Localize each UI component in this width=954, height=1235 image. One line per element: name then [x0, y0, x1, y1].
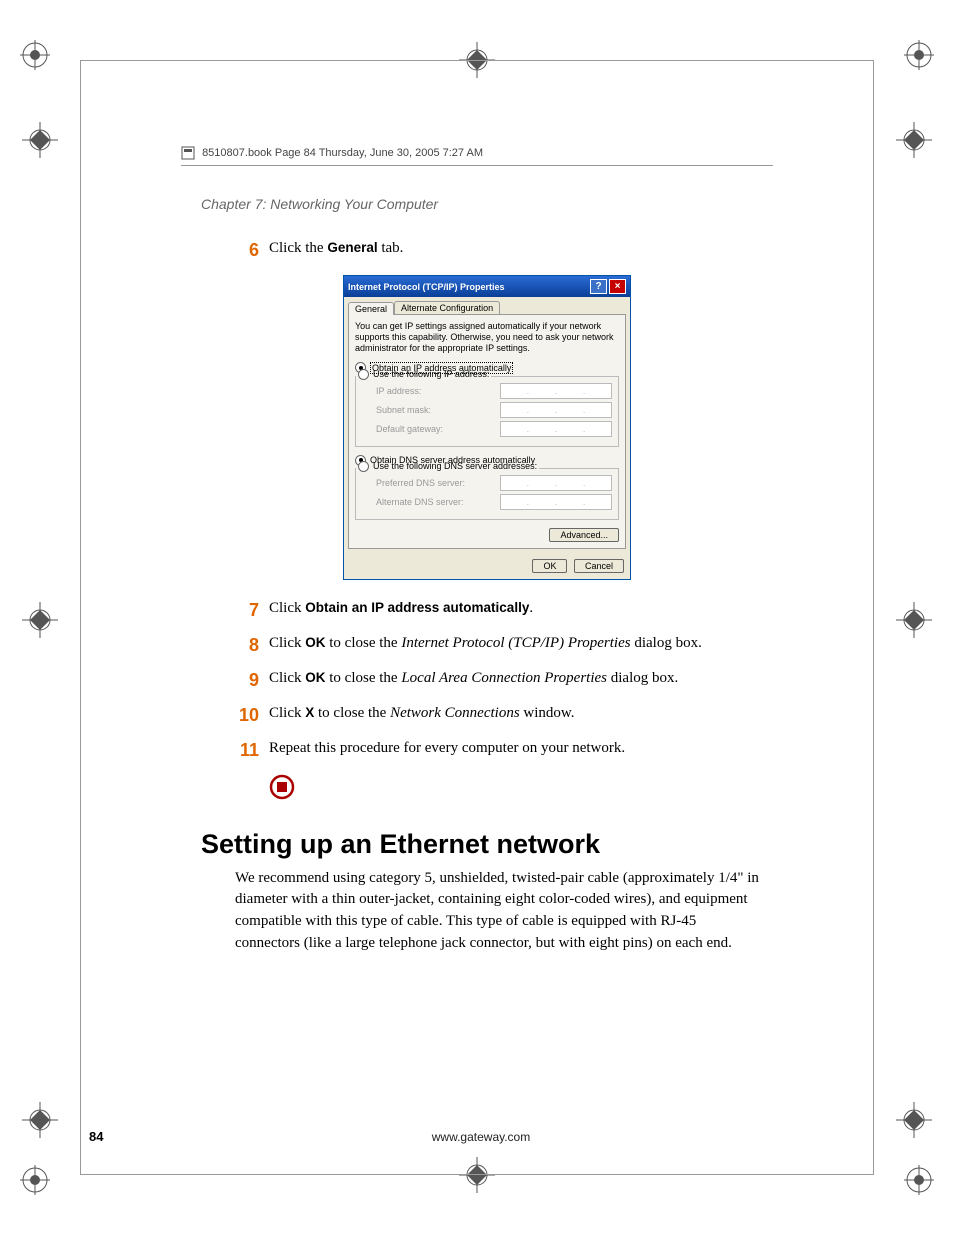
dialog-tabs: General Alternate Configuration: [344, 297, 630, 314]
radio-label: Use the following IP address:: [373, 369, 489, 379]
field-label: Alternate DNS server:: [362, 497, 464, 507]
ip-fieldset: Use the following IP address: IP address…: [355, 376, 619, 447]
ui-term: Obtain an IP address automatically: [305, 600, 529, 615]
radio-use-following-dns[interactable]: Use the following DNS server addresses:: [356, 461, 539, 472]
step-7: 7 Click Obtain an IP address automatical…: [201, 598, 773, 623]
step-number: 10: [201, 703, 269, 728]
field-label: Preferred DNS server:: [362, 478, 465, 488]
registration-mark-icon: [20, 600, 60, 640]
tcpip-properties-dialog: Internet Protocol (TCP/IP) Properties ? …: [343, 275, 631, 579]
radio-use-following-ip[interactable]: Use the following IP address:: [356, 369, 491, 380]
ok-button[interactable]: OK: [532, 559, 567, 573]
text: to close the: [314, 705, 390, 721]
step-9: 9 Click OK to close the Local Area Conne…: [201, 668, 773, 693]
step-body: Repeat this procedure for every computer…: [269, 738, 773, 759]
text: dialog box.: [631, 635, 702, 651]
field-ip-address: IP address: ...: [362, 383, 612, 399]
registration-mark-icon: [20, 120, 60, 160]
page-frame: 8510807.book Page 84 Thursday, June 30, …: [80, 60, 874, 1175]
crop-mark-icon: [20, 1155, 60, 1195]
registration-mark-icon: [894, 120, 934, 160]
tab-general[interactable]: General: [348, 302, 394, 315]
registration-mark-icon: [894, 600, 934, 640]
page-footer: 84 www.gateway.com: [81, 1129, 873, 1144]
section-heading: Setting up an Ethernet network: [201, 829, 773, 860]
text: Click the: [269, 240, 327, 256]
radio-icon: [358, 461, 369, 472]
step-10: 10 Click X to close the Network Connecti…: [201, 703, 773, 728]
step-body: Click OK to close the Internet Protocol …: [269, 633, 773, 654]
step-6: 6 Click the General tab.: [201, 238, 773, 263]
crop-mark-icon: [20, 40, 60, 80]
text: Click: [269, 670, 305, 686]
header-rule: [181, 165, 773, 166]
field-label: Subnet mask:: [362, 405, 431, 415]
field-label: Default gateway:: [362, 424, 443, 434]
field-alternate-dns: Alternate DNS server: ...: [362, 494, 612, 510]
ip-input[interactable]: ...: [500, 402, 612, 418]
dialog-titlebar: Internet Protocol (TCP/IP) Properties ? …: [344, 276, 630, 297]
footer-url: www.gateway.com: [229, 1130, 733, 1144]
registration-mark-icon: [20, 1100, 60, 1140]
text: .: [529, 600, 533, 616]
advanced-button[interactable]: Advanced...: [549, 528, 619, 542]
dns-fieldset: Use the following DNS server addresses: …: [355, 468, 619, 520]
step-number: 6: [201, 238, 269, 263]
text: dialog box.: [607, 670, 678, 686]
field-label: IP address:: [362, 386, 421, 396]
italic-term: Network Connections: [390, 705, 520, 721]
crop-mark-icon: [894, 40, 934, 80]
ip-input[interactable]: ...: [500, 494, 612, 510]
field-default-gateway: Default gateway: ...: [362, 421, 612, 437]
tab-alternate-configuration[interactable]: Alternate Configuration: [394, 301, 500, 314]
ui-term: OK: [305, 670, 325, 685]
page-number: 84: [81, 1129, 229, 1144]
dialog-footer: OK Cancel: [344, 553, 630, 579]
italic-term: Local Area Connection Properties: [401, 670, 607, 686]
text: to close the: [326, 670, 402, 686]
dialog-description: You can get IP settings assigned automat…: [355, 321, 619, 353]
dialog-title-text: Internet Protocol (TCP/IP) Properties: [348, 282, 505, 292]
frame-header: 8510807.book Page 84 Thursday, June 30, …: [181, 146, 773, 160]
ip-input[interactable]: ...: [500, 475, 612, 491]
radio-label: Use the following DNS server addresses:: [373, 461, 537, 471]
help-icon[interactable]: ?: [590, 279, 607, 294]
crop-mark-icon: [894, 1155, 934, 1195]
section-paragraph: We recommend using category 5, unshielde…: [235, 868, 763, 955]
end-of-procedure-icon: [269, 774, 773, 805]
step-number: 11: [201, 738, 269, 763]
text: Click: [269, 635, 305, 651]
step-body: Click X to close the Network Connections…: [269, 703, 773, 724]
ip-input[interactable]: ...: [500, 421, 612, 437]
step-8: 8 Click OK to close the Internet Protoco…: [201, 633, 773, 658]
step-11: 11 Repeat this procedure for every compu…: [201, 738, 773, 763]
ui-term: General: [327, 240, 377, 255]
step-number: 8: [201, 633, 269, 658]
close-icon[interactable]: ×: [609, 279, 626, 294]
text: Click: [269, 705, 305, 721]
radio-icon: [358, 369, 369, 380]
dialog-pane: You can get IP settings assigned automat…: [348, 314, 626, 548]
registration-mark-icon: [894, 1100, 934, 1140]
chapter-title: Chapter 7: Networking Your Computer: [201, 196, 773, 212]
text: window.: [520, 705, 575, 721]
step-body: Click Obtain an IP address automatically…: [269, 598, 773, 619]
step-number: 7: [201, 598, 269, 623]
italic-term: Internet Protocol (TCP/IP) Properties: [401, 635, 630, 651]
step-body: Click the General tab.: [269, 238, 773, 259]
field-preferred-dns: Preferred DNS server: ...: [362, 475, 612, 491]
ui-term: OK: [305, 635, 325, 650]
cancel-button[interactable]: Cancel: [574, 559, 624, 573]
text: to close the: [326, 635, 402, 651]
ip-input[interactable]: ...: [500, 383, 612, 399]
frame-header-text: 8510807.book Page 84 Thursday, June 30, …: [202, 147, 483, 159]
ui-term: X: [305, 705, 314, 720]
field-subnet-mask: Subnet mask: ...: [362, 402, 612, 418]
step-body: Click OK to close the Local Area Connect…: [269, 668, 773, 689]
text: Click: [269, 600, 305, 616]
page-content: Chapter 7: Networking Your Computer 6 Cl…: [201, 196, 773, 955]
text: tab.: [378, 240, 404, 256]
step-number: 9: [201, 668, 269, 693]
